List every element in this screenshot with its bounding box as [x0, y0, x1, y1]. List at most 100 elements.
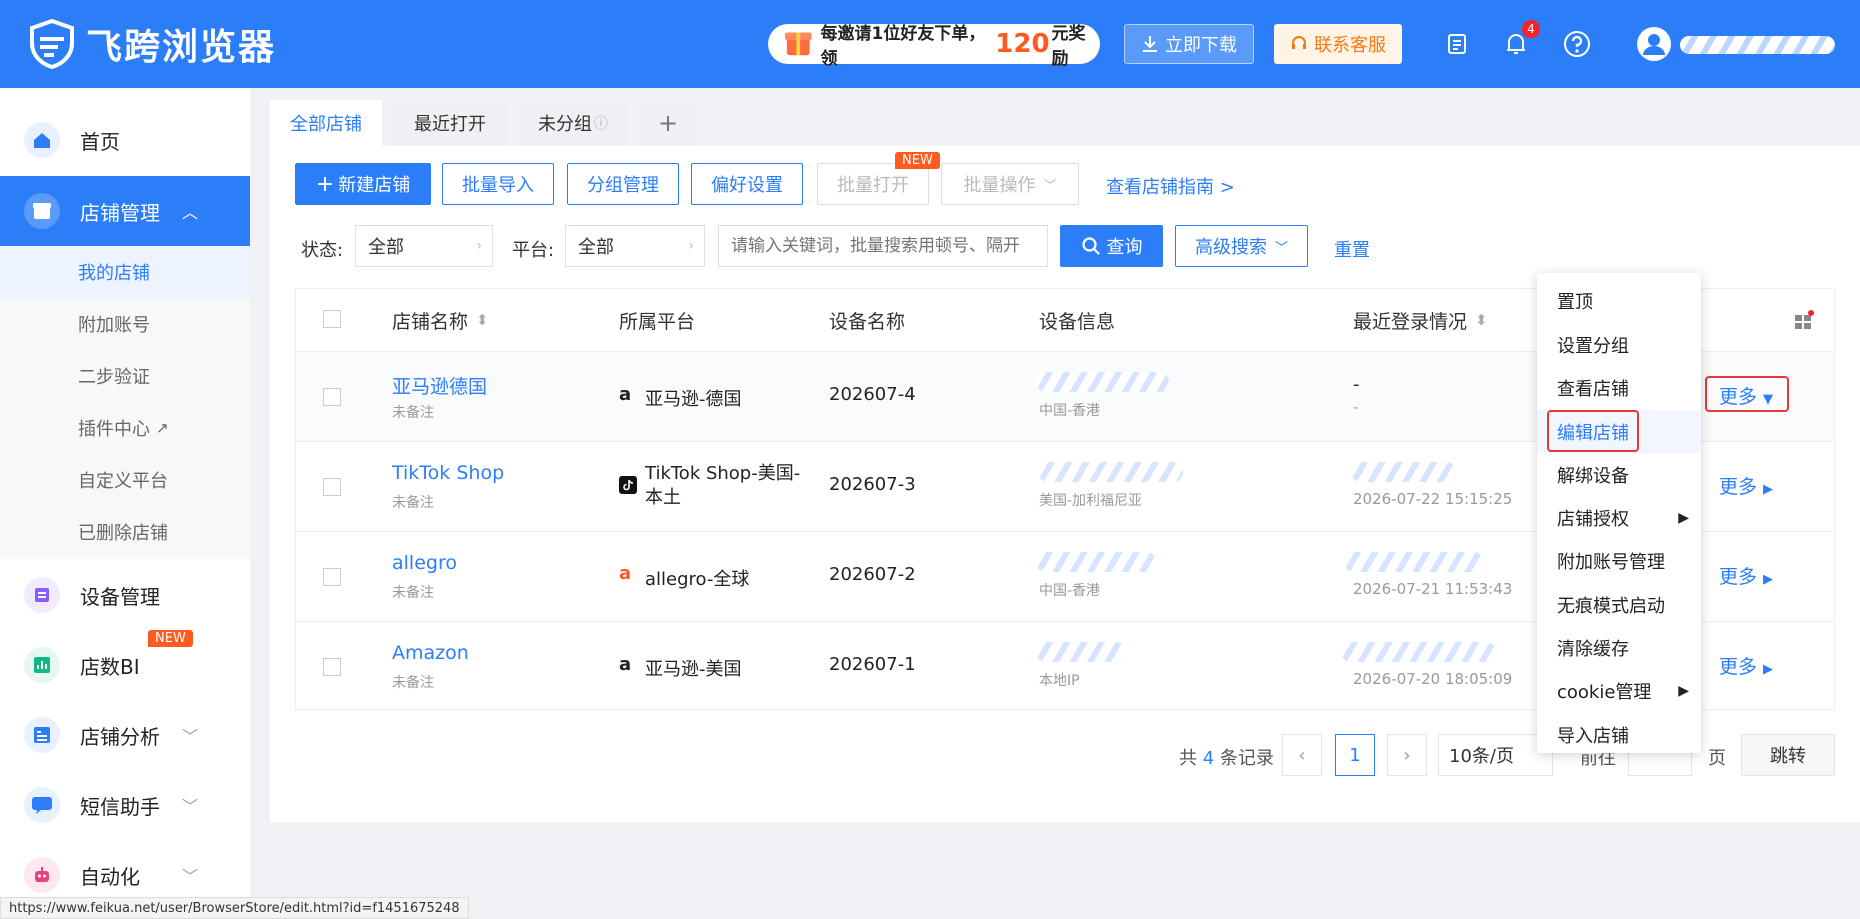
row-checkbox[interactable]	[323, 658, 341, 676]
subnav-plugin-center[interactable]: 插件中心 ↗	[0, 402, 250, 454]
row-checkbox[interactable]	[323, 478, 341, 496]
header-label: 最近登录情况	[1353, 310, 1468, 333]
platform-name: 亚马逊-德国	[645, 389, 742, 410]
chevron-down-icon: ﹀	[182, 727, 199, 746]
row-checkbox[interactable]	[323, 388, 341, 406]
more-button[interactable]: 更多 ▶	[1719, 652, 1773, 679]
sidebar-item-home[interactable]: 首页	[0, 105, 250, 175]
column-header-last-login[interactable]: 最近登录情况 ⬍	[1353, 289, 1488, 351]
customer-service-button[interactable]: 联系客服	[1274, 24, 1402, 64]
new-tag: NEW	[148, 630, 193, 647]
batch-import-button[interactable]: 批量导入	[442, 163, 554, 205]
column-header-store-name[interactable]: 店铺名称 ⬍	[392, 289, 489, 351]
username-redacted[interactable]	[1680, 36, 1835, 54]
store-note: 未备注	[392, 675, 434, 691]
menu-item-view-store[interactable]: 查看店铺	[1537, 366, 1701, 409]
store-guide-link[interactable]: 查看店铺指南 >	[1106, 173, 1235, 199]
invite-promo[interactable]: 每邀请1位好友下单，领 120 元奖励	[768, 24, 1100, 69]
menu-item-unbind-device[interactable]: 解绑设备	[1537, 453, 1701, 496]
sidebar-item-label: 首页	[80, 129, 120, 154]
tab-ungrouped[interactable]: 未分组 ⓘ	[518, 100, 628, 146]
menu-item-additional-accounts[interactable]: 附加账号管理	[1537, 539, 1701, 582]
last-login-sub: -	[1353, 400, 1359, 416]
promo-amount: 120	[995, 29, 1050, 59]
store-name-link[interactable]: Amazon	[392, 642, 469, 664]
device-location: 本地IP	[1039, 673, 1080, 689]
advanced-search-button[interactable]: 高级搜索 ﹀	[1175, 225, 1308, 267]
document-icon[interactable]	[1441, 28, 1473, 60]
status-value: 全部	[368, 237, 404, 258]
last-login: 2026-07-21 11:53:43	[1353, 580, 1513, 598]
sidebar-item-sms-assistant[interactable]: 短信助手 ﹀	[0, 770, 250, 840]
subnav-deleted-stores[interactable]: 已删除店铺	[0, 506, 250, 558]
store-name-link[interactable]: allegro	[392, 552, 457, 574]
select-all-checkbox[interactable]	[323, 310, 341, 328]
menu-item-incognito-launch[interactable]: 无痕模式启动	[1537, 583, 1701, 626]
prev-page-button[interactable]: ‹	[1282, 734, 1322, 776]
menu-item-cookie-management[interactable]: cookie管理 ▶	[1537, 669, 1701, 712]
tab-all-stores[interactable]: 全部店铺	[270, 100, 382, 146]
subnav-additional-accounts[interactable]: 附加账号	[0, 298, 250, 350]
add-tab-button[interactable]: +	[638, 100, 699, 146]
status-select[interactable]: 全部 ›	[355, 225, 493, 267]
platform-value: 全部	[578, 237, 614, 258]
row-checkbox[interactable]	[323, 568, 341, 586]
sidebar-item-label: 店数BI	[80, 654, 140, 679]
sidebar-item-store-analysis[interactable]: 店铺分析 ﹀	[0, 700, 250, 770]
page-unit-label: 页	[1708, 748, 1726, 769]
sidebar-item-device-management[interactable]: 设备管理	[0, 560, 250, 630]
tab-recent[interactable]: 最近打开	[392, 100, 508, 146]
more-button[interactable]: 更多 ▶	[1719, 562, 1773, 589]
sidebar-item-store-bi[interactable]: 店数BI	[0, 630, 250, 700]
keyword-search-input[interactable]	[718, 225, 1048, 267]
more-button[interactable]: 更多 ▶	[1719, 472, 1773, 499]
chart-icon	[24, 647, 60, 683]
page-number[interactable]: 1	[1335, 734, 1375, 776]
group-management-button[interactable]: 分组管理	[567, 163, 679, 205]
subnav-custom-platform[interactable]: 自定义平台	[0, 454, 250, 506]
download-button[interactable]: 立即下载	[1124, 24, 1254, 64]
menu-item-import-store[interactable]: 导入店铺	[1537, 713, 1701, 756]
more-button[interactable]: 更多 ▼	[1719, 382, 1773, 409]
subnav-my-stores[interactable]: 我的店铺	[0, 246, 250, 298]
store-name-link[interactable]: TikTok Shop	[392, 462, 504, 484]
preference-settings-button[interactable]: 偏好设置	[691, 163, 803, 205]
store-note: 未备注	[392, 585, 434, 601]
batch-operations-dropdown[interactable]: 批量操作 ﹀	[941, 163, 1079, 205]
user-avatar-icon[interactable]	[1636, 26, 1672, 62]
chevron-up-icon: ︿	[182, 203, 199, 222]
total-prefix: 共	[1179, 748, 1197, 769]
status-filter-label: 状态:	[301, 240, 344, 261]
top-bar: 飞跨浏览器 每邀请1位好友下单，领 120 元奖励 立即下载 联系客服 4	[0, 0, 1860, 88]
reset-link[interactable]: 重置	[1334, 236, 1370, 262]
column-settings-icon[interactable]	[1793, 309, 1815, 331]
device-name: 202607-2	[829, 564, 916, 585]
menu-item-set-group[interactable]: 设置分组	[1537, 323, 1701, 366]
sidebar-item-store-management[interactable]: 店铺管理 ︿	[0, 176, 250, 246]
page-size-select[interactable]: 10条/页	[1438, 734, 1553, 776]
jump-button[interactable]: 跳转	[1741, 734, 1835, 776]
query-label: 查询	[1106, 237, 1143, 258]
menu-item-store-auth[interactable]: 店铺授权 ▶	[1537, 496, 1701, 539]
menu-item-clear-cache[interactable]: 清除缓存	[1537, 626, 1701, 669]
menu-item-pin[interactable]: 置顶	[1537, 279, 1701, 322]
more-label: 更多	[1719, 386, 1758, 408]
query-button[interactable]: 查询	[1060, 225, 1163, 267]
batch-open-button[interactable]: 批量打开	[817, 163, 929, 205]
platform-select[interactable]: 全部 ›	[565, 225, 705, 267]
help-icon[interactable]	[1561, 28, 1593, 60]
next-page-button[interactable]: ›	[1387, 734, 1427, 776]
subnav-two-step[interactable]: 二步验证	[0, 350, 250, 402]
chevron-down-icon: ﹀	[182, 797, 199, 816]
more-label: 更多	[1719, 476, 1758, 498]
chevron-right-icon: ›	[476, 238, 482, 254]
platform-name: 亚马逊-美国	[645, 659, 742, 680]
caret-right-icon: ▶	[1678, 509, 1689, 526]
gift-icon	[784, 32, 812, 56]
column-header-platform: 所属平台	[619, 310, 696, 333]
ip-redacted	[1344, 552, 1484, 572]
more-label: 更多	[1719, 566, 1758, 588]
create-store-button[interactable]: + 新建店铺	[295, 163, 431, 205]
app-logo[interactable]: 飞跨浏览器	[28, 18, 276, 70]
store-name-link[interactable]: 亚马逊德国	[392, 372, 487, 399]
